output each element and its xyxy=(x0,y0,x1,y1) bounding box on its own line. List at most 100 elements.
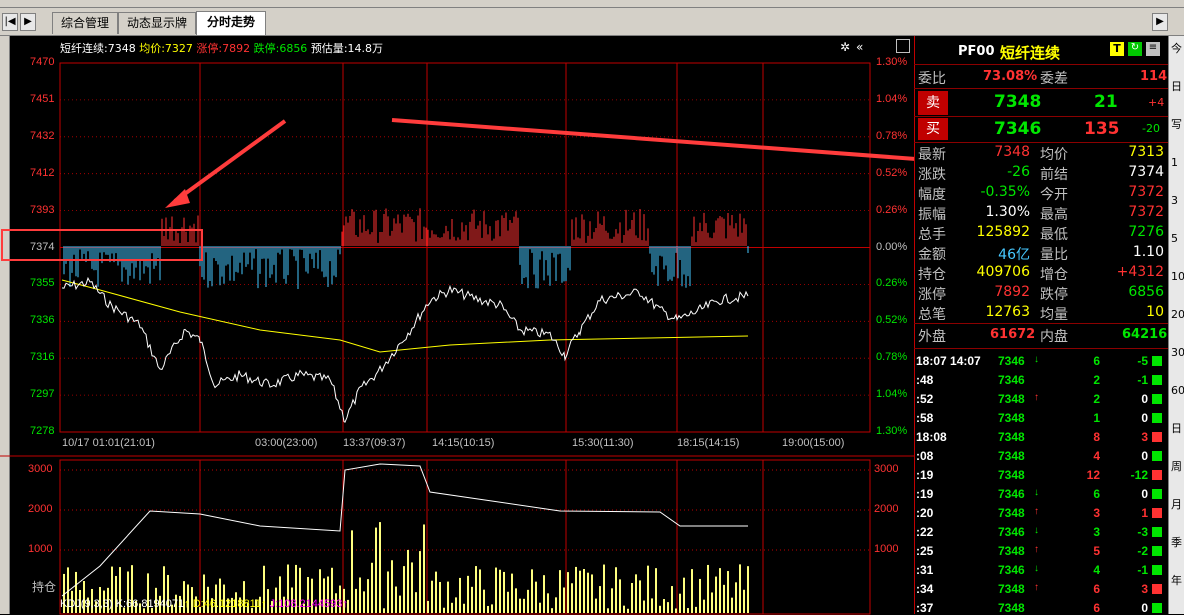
panel-code: PF00 xyxy=(958,44,995,59)
pct-axis-label: 1.30% xyxy=(876,56,908,68)
sell-label: 卖 xyxy=(918,91,948,115)
tick-volume: 3 xyxy=(1093,525,1100,539)
kdj-bar: KDJ(9,3,3) K:66.8194071↑ D:46.1218811↑ J… xyxy=(60,598,348,610)
settings-icon[interactable]: ✲ xyxy=(840,40,850,54)
price-axis-label: 7336 xyxy=(30,314,55,327)
panel-name: 短纤连续 xyxy=(1000,44,1061,62)
tick-time: 18:07 14:07 xyxy=(916,354,981,368)
tick-marker xyxy=(1152,451,1162,461)
period-button[interactable]: 10 xyxy=(1171,270,1184,284)
stat-label: 最低 xyxy=(1040,227,1068,243)
panel-toggle-button[interactable] xyxy=(896,39,910,53)
first-page-button[interactable]: |◀ xyxy=(2,13,18,31)
volume-axis-label: 3000 xyxy=(28,463,53,475)
tick-change: 0 xyxy=(1141,601,1148,615)
volume-axis-label: 1000 xyxy=(28,543,53,555)
tick-time: :19 xyxy=(916,468,934,482)
stat-label: 持仓 xyxy=(918,267,946,283)
tab-dynamic-board[interactable]: 动态显示牌 xyxy=(118,12,196,34)
period-button[interactable]: 5 xyxy=(1171,232,1184,246)
stat-label: 均量 xyxy=(1040,307,1068,323)
tab-overview[interactable]: 综合管理 xyxy=(52,12,118,34)
sell-volume: 21 xyxy=(1094,92,1118,112)
tick-price: 7348 xyxy=(998,392,1025,406)
period-button[interactable]: 周 xyxy=(1171,460,1184,474)
stat-value: 10 xyxy=(1146,304,1164,320)
stat-value: +4312 xyxy=(1116,264,1164,280)
stat-label: 今开 xyxy=(1040,187,1068,203)
list-icon[interactable]: ≡ xyxy=(1146,42,1160,56)
scroll-tabs-right-button[interactable]: ▶ xyxy=(1152,13,1168,31)
tab-row: |◀ ▶ 综合管理 动态显示牌 分时走势 ▶ xyxy=(0,8,1184,36)
volume-axis-label: 1000 xyxy=(874,543,899,555)
tick-marker xyxy=(1152,603,1162,613)
period-button[interactable]: 日 xyxy=(1171,422,1184,436)
period-button[interactable]: 今 xyxy=(1171,42,1184,56)
stat-label: 均价 xyxy=(1040,147,1068,163)
pct-axis-label: 0.52% xyxy=(876,314,908,327)
tick-marker xyxy=(1152,565,1162,575)
stat-label: 金额 xyxy=(918,247,946,263)
volume-panel-label: 持仓 xyxy=(32,580,57,594)
tick-time: :20 xyxy=(916,506,934,520)
tick-time: 18:08 xyxy=(916,430,947,444)
stat-value: -26 xyxy=(1007,164,1030,180)
buy-label: 买 xyxy=(918,118,948,140)
tick-marker xyxy=(1152,356,1162,366)
time-axis-label: 13:37(09:37) xyxy=(343,437,406,449)
period-button[interactable]: 月 xyxy=(1171,498,1184,512)
buy-change: -20 xyxy=(1142,122,1160,135)
period-button[interactable]: 30 xyxy=(1171,346,1184,360)
buy-volume: 135 xyxy=(1084,119,1120,139)
tick-time: :58 xyxy=(916,411,934,425)
kdj-name: KDJ(9,3,3) xyxy=(60,598,113,610)
info-down-label: 跌停 xyxy=(253,42,276,55)
pct-axis-label: 0.26% xyxy=(876,277,908,290)
sell-change: +4 xyxy=(1148,96,1165,109)
stat-value: 12763 xyxy=(985,304,1030,320)
tick-time: :34 xyxy=(916,582,934,596)
price-axis-label: 7432 xyxy=(30,129,55,142)
tick-change: 0 xyxy=(1141,449,1148,463)
info-up: :7892 xyxy=(218,42,251,55)
period-button[interactable]: 1 xyxy=(1171,156,1184,170)
collapse-icon[interactable]: « xyxy=(856,40,863,54)
pct-axis-label: 1.04% xyxy=(876,388,908,401)
tick-price: 7348 xyxy=(998,430,1025,444)
wc-value: 114 xyxy=(1140,69,1168,84)
tick-change: -12 xyxy=(1130,468,1148,482)
period-button[interactable]: 写 xyxy=(1171,118,1184,132)
tick-volume: 5 xyxy=(1093,544,1100,558)
tick-change: -3 xyxy=(1137,525,1148,539)
t-icon[interactable]: T xyxy=(1110,42,1124,56)
refresh-icon[interactable]: ↻ xyxy=(1128,42,1142,56)
tick-price: 7348 xyxy=(998,449,1025,463)
pct-axis-label: 0.78% xyxy=(876,129,908,142)
stat-label: 增仓 xyxy=(1040,267,1068,283)
tab-intraday[interactable]: 分时走势 xyxy=(196,11,266,35)
wb-label: 委比 xyxy=(918,71,946,87)
tick-marker xyxy=(1152,584,1162,594)
tick-marker xyxy=(1152,508,1162,518)
stat-label: 涨停 xyxy=(918,287,946,303)
period-button[interactable]: 60 xyxy=(1171,384,1184,398)
kdj-j: J:108.2144593 xyxy=(269,598,343,610)
tick-volume: 6 xyxy=(1093,354,1100,368)
tick-price: 7348 xyxy=(998,506,1025,520)
next-page-button[interactable]: ▶ xyxy=(20,13,36,31)
stat-value: 7313 xyxy=(1128,144,1164,160)
pct-axis-label: 0.78% xyxy=(876,351,908,364)
time-axis-label: 15:30(11:30) xyxy=(572,437,634,449)
stat-label: 量比 xyxy=(1040,247,1068,263)
price-axis-label: 7451 xyxy=(30,92,55,105)
period-button[interactable]: 年 xyxy=(1171,574,1184,588)
tick-price: 7348 xyxy=(998,544,1025,558)
period-button[interactable]: 20 xyxy=(1171,308,1184,322)
price-axis-label: 7393 xyxy=(30,203,55,216)
period-button[interactable]: 3 xyxy=(1171,194,1184,208)
stat-label: 最高 xyxy=(1040,207,1068,223)
price-axis-label: 7470 xyxy=(30,56,55,68)
period-button[interactable]: 季 xyxy=(1171,536,1184,550)
period-button[interactable]: 日 xyxy=(1171,80,1184,94)
price-axis-label: 7355 xyxy=(30,277,55,290)
